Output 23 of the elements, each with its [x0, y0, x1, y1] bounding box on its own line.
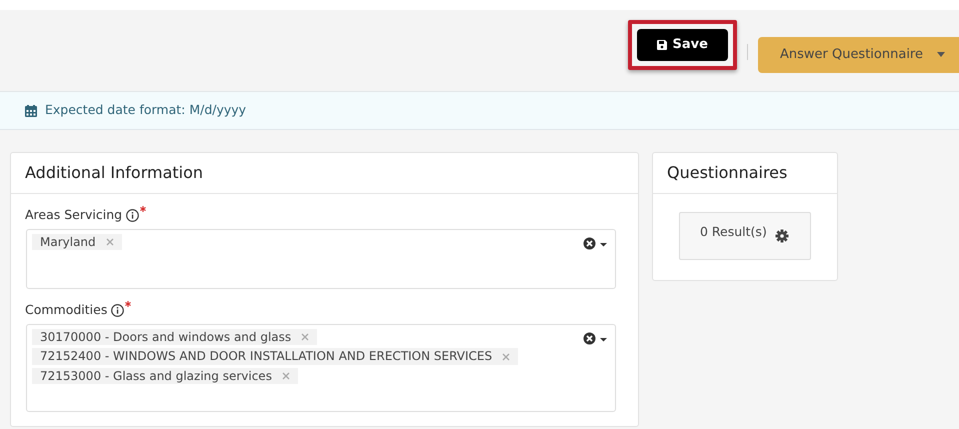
panel-title: Questionnaires: [653, 153, 837, 194]
field-label: Commodities: [25, 300, 108, 319]
info-icon[interactable]: [126, 208, 140, 222]
gear-icon: [774, 229, 789, 243]
save-button[interactable]: Save: [636, 29, 728, 60]
field-label: Areas Servicing: [25, 206, 122, 224]
caret-icon: [937, 52, 945, 58]
panel-title: Additional Information: [11, 153, 638, 194]
results-box[interactable]: 0 Result(s): [679, 212, 811, 260]
calendar-icon: [25, 104, 37, 116]
clear-icon[interactable]: [583, 332, 596, 344]
selected-tag: 72153000 - Glass and glazing services: [32, 368, 298, 384]
date-format-hint: Expected date format: M/d/yyyy: [45, 101, 246, 120]
info-icon[interactable]: [111, 304, 124, 317]
floppy-icon: [656, 40, 667, 50]
multi-select-field[interactable]: Maryland: [26, 228, 616, 289]
answer-questionnaire-dropdown[interactable]: Answer Questionnaire: [758, 37, 959, 72]
results-count: 0 Result(s): [700, 223, 767, 241]
selected-tag: 72152400 - WINDOWS AND DOOR INSTALLATION AND ERECTION SERVICES: [32, 348, 518, 365]
clear-icon[interactable]: [583, 236, 596, 250]
selected-tag: Maryland: [32, 234, 122, 250]
multi-select-field[interactable]: 30170000 - Doors and windows and glass 72152400 - WINDOWS AND DOOR INSTALLATION AND ERECTION SERVICES 72153000 - Glass and glazing services: [26, 324, 616, 412]
selected-tag: 30170000 - Doors and windows and glass: [32, 328, 318, 346]
